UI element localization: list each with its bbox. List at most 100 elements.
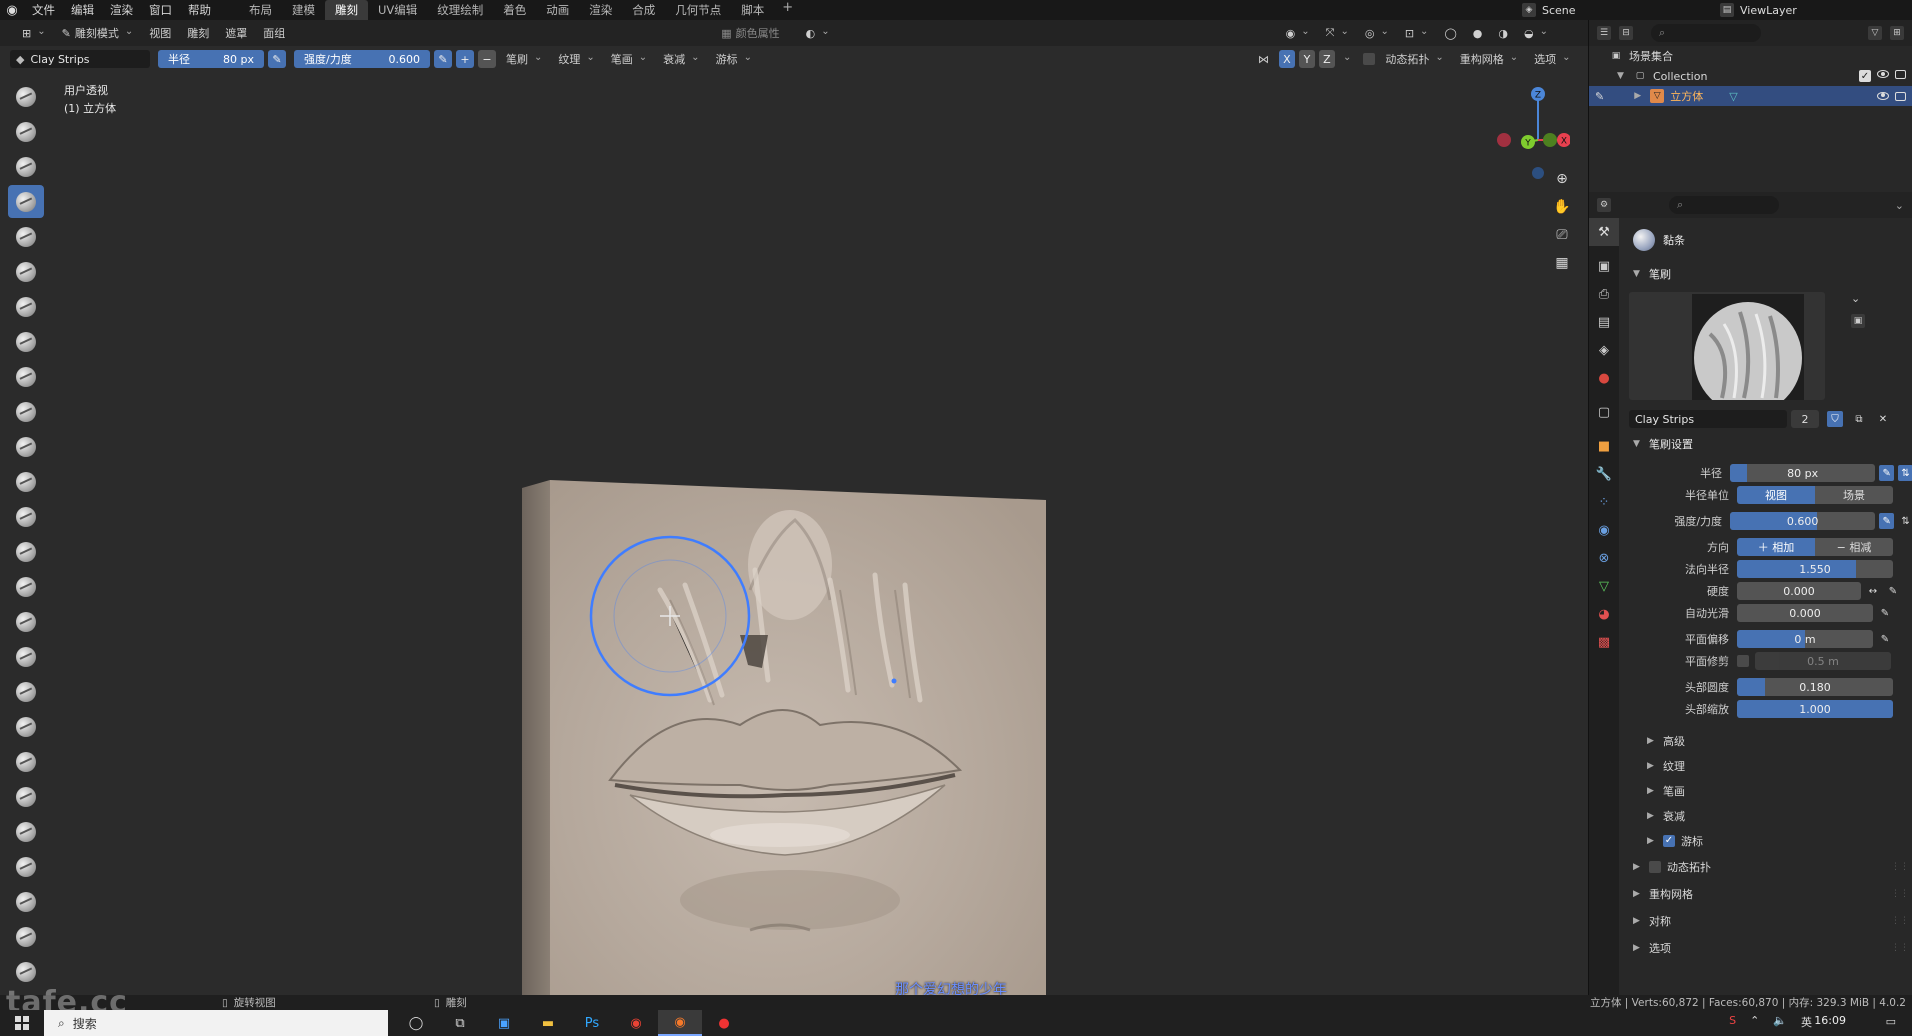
blender-logo-icon[interactable]: ◉ [0,0,24,20]
expand-arrow-icon[interactable]: ▼ [1617,71,1627,81]
display-mode-icon[interactable]: ⊟ [1619,26,1633,40]
tool-clay[interactable] [8,150,44,183]
input-language[interactable]: 英 [1801,1014,1812,1030]
direction-subtract-button[interactable]: − 相减 [1815,538,1893,556]
taskbar-search-box[interactable]: ⌕ 搜索 [44,1010,388,1036]
menu-render[interactable]: 渲染 [102,0,141,20]
pan-hand-icon[interactable]: ✋ [1550,194,1574,220]
brush-user-count[interactable]: 2 [1791,410,1819,428]
subpanel-falloff[interactable]: ▶ 衰减 [1629,803,1912,828]
tool-draw[interactable] [8,80,44,113]
shading-solid-icon[interactable]: ● [1467,24,1489,42]
pivot-icon[interactable]: ◐ [800,24,836,42]
properties-options-icon[interactable]: ⌄ [1895,199,1904,212]
tab-layout[interactable]: 布局 [239,0,282,20]
tool-grab[interactable] [8,605,44,638]
3d-viewport[interactable]: ⊞ ✎ 雕刻模式 视图 雕刻 遮罩 面组 ▦ 颜色属性 ◐ ◉ ⤧ ◎ ⊡ ◯ … [0,20,1588,995]
direction-subtract-icon[interactable]: − [478,50,496,68]
tab-tool-icon[interactable]: ⚒ [1589,218,1619,246]
auto-smooth-slider[interactable]: 0.000 [1737,604,1873,622]
tab-texture-icon[interactable]: ▩ [1589,628,1619,656]
expand-arrow-icon[interactable]: ▶ [1634,91,1644,101]
panel-dyntopo[interactable]: ▶✓动态拓扑⋮⋮ [1629,853,1912,880]
tab-texture-paint[interactable]: 纹理绘制 [427,0,493,20]
tree-object-cube[interactable]: ✎ ▶ ▽ 立方体 ▽ [1589,86,1912,106]
tool-smooth[interactable] [8,395,44,428]
tab-animation[interactable]: 动画 [536,0,579,20]
tab-physics-icon[interactable]: ◉ [1589,516,1619,544]
tool-thumb[interactable] [8,710,44,743]
tab-output-icon[interactable]: ⎙ [1589,280,1619,308]
volume-icon[interactable]: 🔈 [1773,1014,1787,1030]
file-explorer-icon[interactable]: ▬ [526,1010,570,1036]
tool-pose[interactable] [8,745,44,778]
symmetry-dropdown-icon[interactable] [1339,50,1353,68]
xray-icon[interactable]: ⊡ [1399,24,1435,42]
unlink-brush-icon[interactable]: ✕ [1875,411,1891,427]
radius-unit-scene[interactable]: 场景 [1815,486,1893,504]
strength-pressure-icon[interactable]: ✎ [434,50,452,68]
brush-list-dropdown-icon[interactable]: ⌄ [1851,292,1860,305]
shading-material-icon[interactable]: ◑ [1492,24,1514,42]
tab-world-icon[interactable]: ● [1589,364,1619,392]
tab-uv-editing[interactable]: UV编辑 [368,0,427,20]
plane-trim-checkbox[interactable]: ✓ [1737,655,1749,667]
menu-edit[interactable]: 编辑 [63,0,102,20]
symmetry-x-button[interactable]: X [1278,50,1295,68]
tool-rotate[interactable] [8,815,44,848]
duplicate-brush-icon[interactable]: ⧉ [1851,411,1867,427]
tray-expand-icon[interactable]: ⌃ [1750,1014,1759,1030]
tool-nudge[interactable] [8,780,44,813]
menu-brush[interactable]: 笔刷 [500,50,548,68]
brush-selector[interactable]: ◆ Clay Strips [10,50,150,68]
tab-collection-icon[interactable]: ▢ [1589,398,1619,426]
panel-symmetry[interactable]: ▶ 对称 ⋮⋮ [1629,907,1912,934]
gizmo-toggle-icon[interactable]: ⤧ [1320,24,1355,42]
collection-render-icon[interactable] [1895,70,1906,79]
add-workspace-icon[interactable]: + [774,0,801,20]
tool-clay-thumb[interactable] [8,220,44,253]
camera-view-icon[interactable]: ⎚ [1550,222,1574,248]
view-layer-name[interactable]: ViewLayer [1740,4,1797,17]
menu-mask[interactable]: 遮罩 [219,24,253,42]
tool-clay-strips[interactable] [8,185,44,218]
tool-draw-sharp[interactable] [8,115,44,148]
ortho-grid-icon[interactable]: ▦ [1550,250,1574,276]
properties-search-input[interactable]: ⌕ [1669,196,1779,214]
tip-roundness-slider[interactable]: 0.180 [1737,678,1893,696]
tab-sculpting[interactable]: 雕刻 [325,0,368,20]
cortana-icon[interactable]: ◯ [394,1010,438,1036]
scene-selector[interactable]: ◈ Scene [1522,0,1712,20]
tool-layer[interactable] [8,255,44,288]
panel-options[interactable]: ▶ 选项 ⋮⋮ [1629,934,1912,961]
tool-elastic-deform[interactable] [8,640,44,673]
editor-type-icon[interactable]: ⊞ [16,24,52,42]
brush-name-field[interactable]: Clay Strips [1629,410,1787,428]
menu-view[interactable]: 视图 [143,24,177,42]
collection-visibility-icon[interactable] [1877,70,1889,78]
radius-slider[interactable]: 80 px [1730,464,1876,482]
subpanel-stroke[interactable]: ▶ 笔画 [1629,778,1912,803]
sculpt-model-view[interactable] [500,450,1060,995]
tab-particles-icon[interactable]: ⁘ [1589,488,1619,516]
tool-flatten[interactable] [8,430,44,463]
tab-view-layer-icon[interactable]: ▤ [1589,308,1619,336]
direction-add-icon[interactable]: + [456,50,474,68]
gizmo-neg-z-axis[interactable] [1532,167,1544,179]
remesh-menu[interactable]: 重构网格 [1454,50,1524,68]
windows-start-button[interactable] [0,1010,44,1036]
tab-scene-icon[interactable]: ◈ [1589,336,1619,364]
mode-selector[interactable]: ✎ 雕刻模式 [56,24,140,42]
menu-sculpt[interactable]: 雕刻 [181,24,215,42]
tab-modeling[interactable]: 建模 [282,0,325,20]
tree-scene-collection[interactable]: ▣ 场景集合 [1589,46,1912,66]
brush-panel-header[interactable]: ▼ 笔刷 [1629,262,1912,286]
tree-collection[interactable]: ▼ ▢ Collection ✓ [1589,66,1912,86]
radius-pressure-icon[interactable]: ✎ [1879,465,1895,481]
tool-slide-relax[interactable] [8,850,44,883]
radius-unit-toggle-icon[interactable]: ⇅ [1898,465,1912,481]
dyntopo-checkbox[interactable]: ✓ [1363,53,1376,65]
tool-fill[interactable] [8,465,44,498]
fake-user-shield-icon[interactable]: ⛉ [1827,411,1843,427]
brush-settings-panel-header[interactable]: ▼ 笔刷设置 [1629,432,1912,456]
